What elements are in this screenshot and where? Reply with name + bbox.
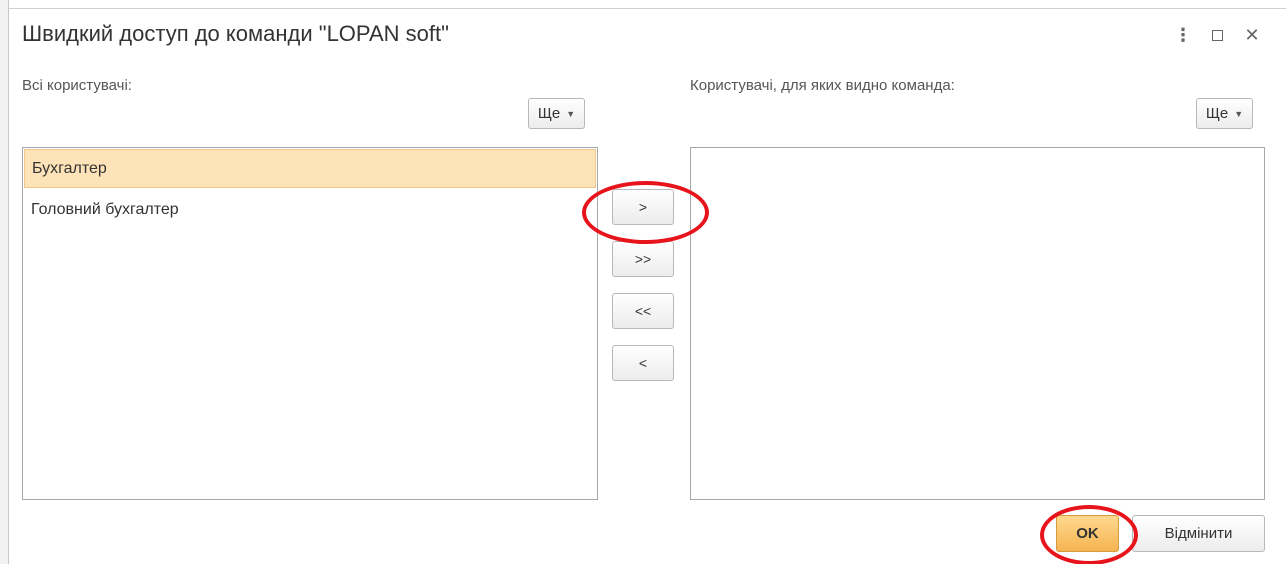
list-item-accountant[interactable]: Бухгалтер [24,149,596,188]
add-selected-button[interactable]: > [612,189,674,225]
ok-button[interactable]: OK [1056,515,1119,552]
add-all-button[interactable]: >> [612,241,674,277]
left-more-button[interactable]: Ще ▼ [528,98,585,129]
all-users-caption: Всі користувачі: [22,77,132,94]
dialog-title: Швидкий доступ до команди "LOPAN soft" [22,21,449,46]
cancel-button[interactable]: Відмінити [1132,515,1265,552]
more-actions-icon[interactable]: ⋮ [1173,23,1193,47]
list-item-chief-accountant[interactable]: Головний бухгалтер [23,189,597,230]
dropdown-caret-icon: ▼ [1234,108,1244,119]
dropdown-caret-icon: ▼ [566,108,576,119]
visible-users-list[interactable] [690,147,1265,500]
background-window-edge [0,0,9,564]
right-more-label: Ще [1205,105,1229,122]
maximize-icon[interactable] [1207,23,1227,47]
visible-users-caption: Користувачі, для яких видно команда: [690,77,955,94]
right-more-button[interactable]: Ще ▼ [1196,98,1253,129]
close-icon[interactable]: ✕ [1242,23,1262,47]
left-more-label: Ще [537,105,561,122]
remove-selected-button[interactable]: < [612,345,674,381]
remove-all-button[interactable]: << [612,293,674,329]
all-users-list[interactable]: Бухгалтер Головний бухгалтер [22,147,598,500]
quick-access-dialog: Швидкий доступ до команди "LOPAN soft" ⋮… [9,8,1286,564]
